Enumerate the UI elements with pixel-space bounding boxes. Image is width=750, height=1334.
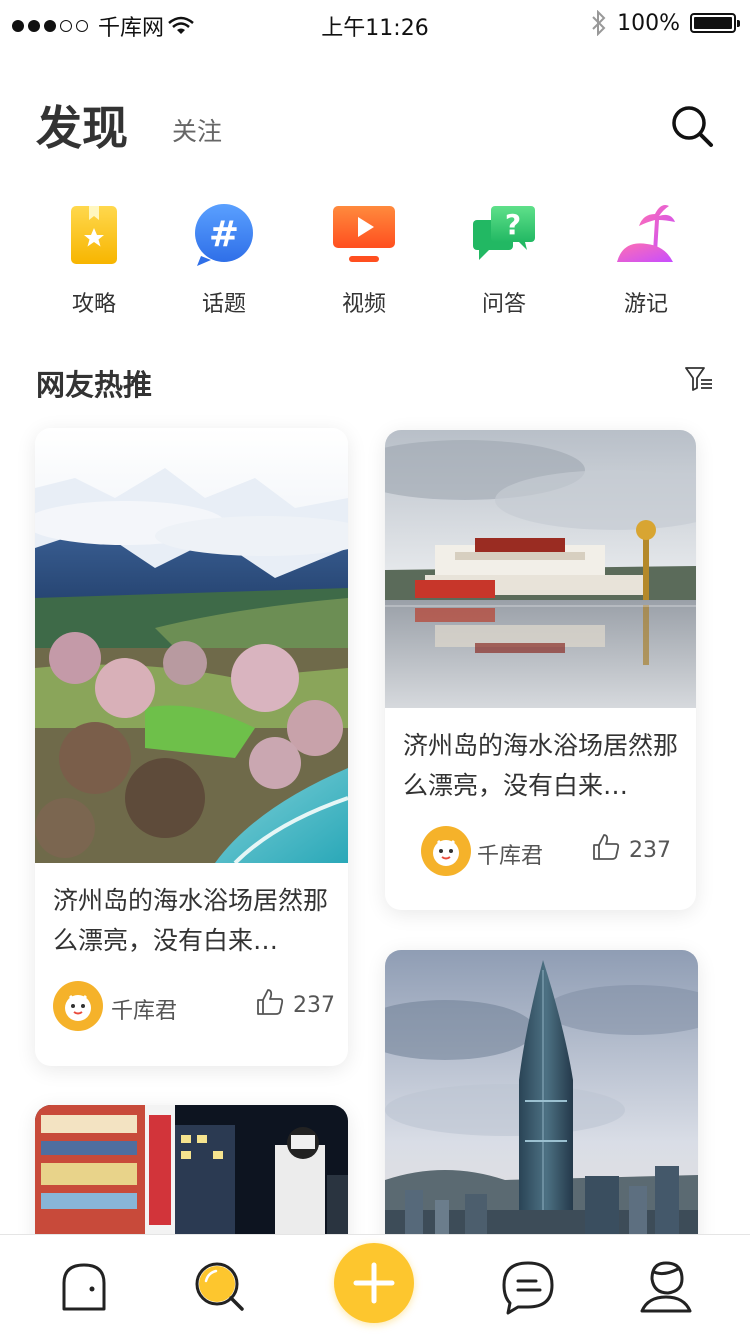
post-meta: 千库君 237 — [385, 826, 696, 876]
category-label: 游记 — [623, 292, 668, 317]
page-title[interactable]: 发现 — [36, 92, 128, 158]
search-icon[interactable] — [670, 104, 714, 148]
palace-image — [385, 430, 696, 708]
author-name[interactable]: 千库君 — [111, 993, 177, 1025]
avatar[interactable] — [421, 826, 471, 876]
post-meta: 千库君 237 — [35, 981, 348, 1031]
battery-icon — [690, 13, 740, 33]
topic-hash-icon: # — [195, 204, 253, 266]
post-text: 济州岛的海水浴场居然那么漂亮，没有白来… — [403, 731, 679, 800]
tab-messages[interactable] — [500, 1259, 556, 1315]
snow-mountain-image — [35, 428, 348, 863]
like-count: 237 — [293, 993, 335, 1018]
category-label: 攻略 — [71, 292, 116, 317]
category-topic[interactable]: # 话题 — [164, 200, 284, 318]
qa-question-icon: ? — [473, 206, 535, 260]
mascot-icon — [65, 994, 91, 1021]
like-icon[interactable] — [591, 832, 621, 862]
post-text: 济州岛的海水浴场居然那么漂亮，没有白来… — [53, 886, 329, 955]
skyscraper-image — [385, 950, 698, 1270]
like-icon[interactable] — [255, 987, 285, 1017]
post-image — [385, 430, 696, 708]
post-card[interactable]: 济州岛的海水浴场居然那么漂亮，没有白来… 千库君 237 — [385, 430, 696, 910]
svg-text:?: ? — [505, 208, 521, 241]
mascot-icon — [433, 839, 459, 866]
category-label: 问答 — [481, 292, 526, 317]
add-post-button[interactable] — [334, 1243, 414, 1323]
like-count: 237 — [629, 838, 671, 863]
filter-icon[interactable] — [684, 364, 714, 394]
category-row: 攻略 # 话题 视频 ? 问答 游记 — [24, 200, 726, 320]
bluetooth-icon — [592, 10, 606, 36]
guide-bookmark-icon — [71, 206, 117, 264]
video-play-icon — [333, 206, 395, 262]
tab-follow[interactable]: 关注 — [172, 112, 222, 148]
author-name[interactable]: 千库君 — [477, 838, 543, 870]
tab-bar — [0, 1234, 750, 1334]
section-title: 网友热推 — [36, 368, 153, 402]
post-card[interactable] — [385, 950, 698, 1270]
tab-home[interactable] — [56, 1259, 112, 1315]
category-qa[interactable]: ? 问答 — [444, 200, 564, 318]
status-bar: 千库网 上午11:26 100% — [0, 0, 750, 44]
tab-discover[interactable] — [192, 1259, 248, 1315]
battery-percent: 100% — [617, 10, 680, 36]
category-guide[interactable]: 攻略 — [34, 200, 154, 318]
travel-palm-icon — [617, 205, 675, 262]
svg-text:#: # — [209, 214, 239, 255]
post-card[interactable]: 济州岛的海水浴场居然那么漂亮，没有白来… 千库君 237 — [35, 428, 348, 1066]
avatar[interactable] — [53, 981, 103, 1031]
category-travelogue[interactable]: 游记 — [586, 200, 706, 318]
plus-icon — [353, 1262, 395, 1304]
category-label: 话题 — [201, 292, 246, 317]
post-image — [35, 428, 348, 863]
category-label: 视频 — [341, 292, 386, 317]
category-video[interactable]: 视频 — [304, 200, 424, 318]
tab-profile[interactable] — [638, 1259, 694, 1315]
